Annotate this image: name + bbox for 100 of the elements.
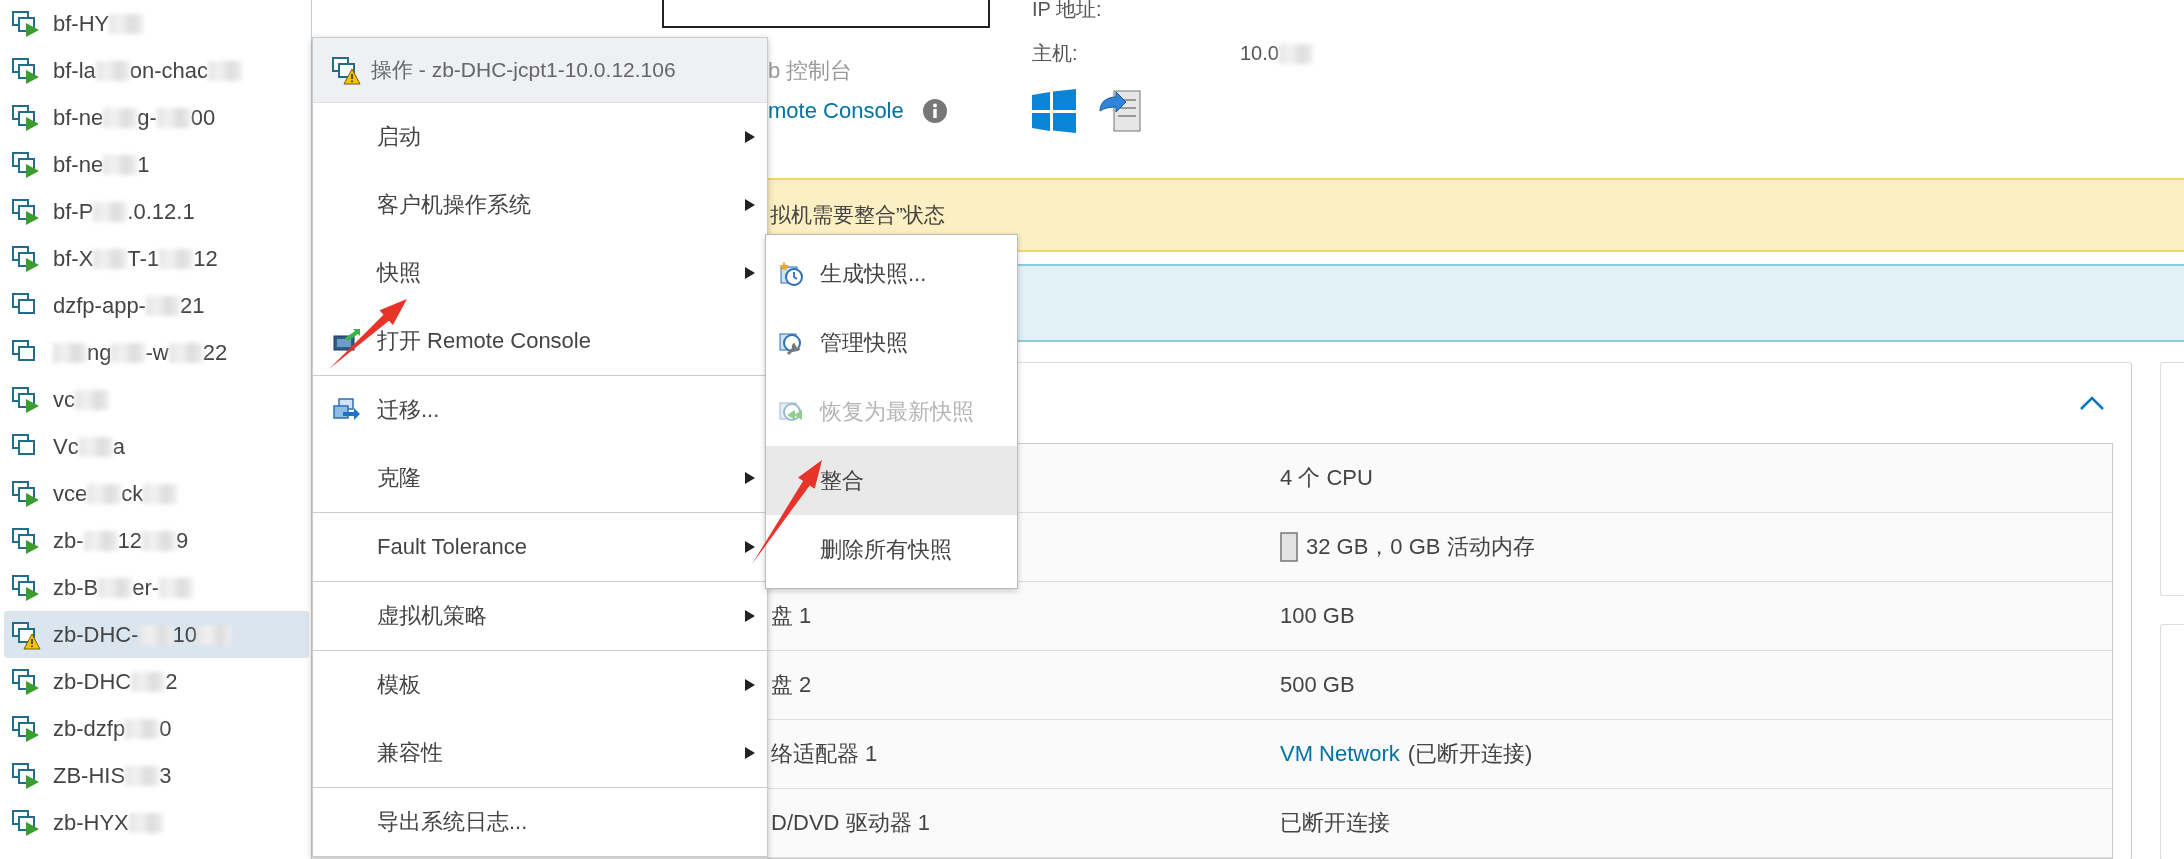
- vm-warning-icon: [331, 55, 361, 85]
- table-cell: 盘 2: [771, 672, 812, 697]
- tree-item[interactable]: vc: [4, 376, 309, 423]
- host-value: 10.0: [1240, 42, 1313, 65]
- vm-running-icon: [11, 55, 41, 86]
- vm-running-icon: [11, 196, 41, 227]
- tree-item[interactable]: bf-HY: [4, 0, 309, 47]
- table-cell: 络适配器 1: [771, 741, 878, 766]
- menu-item[interactable]: Fault Tolerance: [313, 513, 767, 581]
- vm-running-icon: [11, 102, 41, 133]
- menu-item[interactable]: 兼容性: [313, 719, 767, 787]
- caret-icon: [745, 267, 755, 279]
- network-link[interactable]: VM Network: [1280, 741, 1400, 767]
- tree-item[interactable]: zb-HYX: [4, 799, 309, 846]
- blurred-text: [159, 577, 194, 598]
- caret-icon: [745, 679, 755, 691]
- migrate-icon: [333, 397, 361, 423]
- menu-item[interactable]: 虚拟机策略: [313, 582, 767, 650]
- menu-item[interactable]: 启动: [313, 103, 767, 171]
- vm-running-icon: [11, 807, 41, 838]
- blurred-text: [109, 13, 144, 34]
- vm-running-icon: [11, 760, 41, 791]
- blurred-text: [53, 342, 87, 363]
- table-cell-text: 32 GB，0 GB 活动内存: [1306, 533, 1535, 561]
- vm-running-icon: [11, 525, 41, 556]
- tree-item[interactable]: zb-B er-: [4, 564, 309, 611]
- caret-icon: [745, 199, 755, 211]
- caret-icon: [745, 541, 755, 553]
- blurred-text: [128, 812, 163, 833]
- menu-item[interactable]: 整合: [766, 446, 1017, 515]
- ip-label: IP 地址:: [1032, 0, 1103, 18]
- tree-item[interactable]: bf-ne 1: [4, 141, 309, 188]
- vm-running-icon: [11, 8, 41, 39]
- tree-item[interactable]: Vc a: [4, 423, 309, 470]
- blurred-text: [111, 342, 146, 363]
- blurred-text: [168, 342, 203, 363]
- blurred-text: [145, 295, 180, 316]
- blurred-text: [93, 248, 128, 269]
- connection-status: (已断开连接): [1407, 740, 1533, 768]
- memory-icon: [1280, 532, 1298, 562]
- tree-item[interactable]: bf-ne g- 00: [4, 94, 309, 141]
- table-cell: D/DVD 驱动器 1: [771, 810, 930, 835]
- caret-icon: [745, 610, 755, 622]
- menu-item[interactable]: 迁移...: [313, 376, 767, 444]
- blurred-text: [95, 60, 130, 81]
- table-cell: 500 GB: [1280, 672, 1355, 698]
- windows-logo-icon: [1032, 89, 1076, 133]
- vm-running-icon: [11, 384, 41, 415]
- tree-item[interactable]: bf-la on-chac: [4, 47, 309, 94]
- menu-item[interactable]: 模板: [313, 651, 767, 719]
- blurred-text: [131, 671, 166, 692]
- vm-warning-icon: [11, 619, 41, 650]
- tree-item[interactable]: ZB-HIS 3: [4, 752, 309, 799]
- tree-item[interactable]: zb-dzfp 0: [4, 705, 309, 752]
- vm-running-icon: [11, 478, 41, 509]
- menu-item[interactable]: 导出系统日志...: [313, 788, 767, 856]
- tree-item[interactable]: bf-X T-1 12: [4, 235, 309, 282]
- tree-item[interactable]: zb-DHC- 10: [4, 611, 309, 658]
- menu-item[interactable]: 管理快照: [766, 308, 1017, 377]
- warning-banner: 拟机需要整合”状态: [766, 178, 2184, 252]
- snapshot-clock-icon: [778, 260, 804, 287]
- blurred-text: [83, 530, 118, 551]
- menu-title: 操作 - zb-DHC-jcpt1-10.0.12.106: [313, 38, 767, 103]
- tree-item[interactable]: vce ck: [4, 470, 309, 517]
- blurred-text: [103, 154, 138, 175]
- blurred-text: [143, 483, 178, 504]
- host-label: 主机:: [1032, 41, 1079, 66]
- tree-item[interactable]: bf-P .0.12.1: [4, 188, 309, 235]
- blurred-text: [78, 436, 113, 457]
- blurred-text: [208, 60, 243, 81]
- tree-item[interactable]: zb-DHC 2: [4, 658, 309, 705]
- vm-running-icon: [11, 149, 41, 180]
- tree-item[interactable]: dzfp-app- 21: [4, 282, 309, 329]
- vm-running-icon: [11, 572, 41, 603]
- blurred-text: [93, 201, 128, 222]
- caret-icon: [745, 472, 755, 484]
- blurred-text: [87, 483, 122, 504]
- menu-item[interactable]: 删除所有快照: [766, 515, 1017, 584]
- menu-item[interactable]: 快照: [313, 239, 767, 307]
- blurred-text: [159, 248, 194, 269]
- tree-item[interactable]: ng -w 22: [4, 329, 309, 376]
- blurred-text: [156, 107, 191, 128]
- blurred-text: [103, 107, 138, 128]
- vm-running-icon: [11, 713, 41, 744]
- tree-item[interactable]: zb- 12 9: [4, 517, 309, 564]
- remote-console-link[interactable]: mote Console: [768, 98, 904, 124]
- blurred-text: [75, 389, 109, 410]
- menu-item[interactable]: 克隆: [313, 444, 767, 512]
- document-arrow-icon: [1098, 89, 1142, 135]
- vm-running-icon: [11, 243, 41, 274]
- chevron-up-icon[interactable]: [2079, 395, 2105, 411]
- vm-running-icon: [11, 666, 41, 697]
- table-cell: 100 GB: [1280, 603, 1355, 629]
- table-cell-text: 4 个 CPU: [1280, 464, 1373, 492]
- blurred-text: [142, 530, 177, 551]
- menu-item[interactable]: 客户机操作系统: [313, 171, 767, 239]
- blurred-text: [98, 577, 133, 598]
- blurred-text: [125, 765, 160, 786]
- table-cell-text: 已断开连接: [1280, 809, 1390, 837]
- caret-icon: [745, 747, 755, 759]
